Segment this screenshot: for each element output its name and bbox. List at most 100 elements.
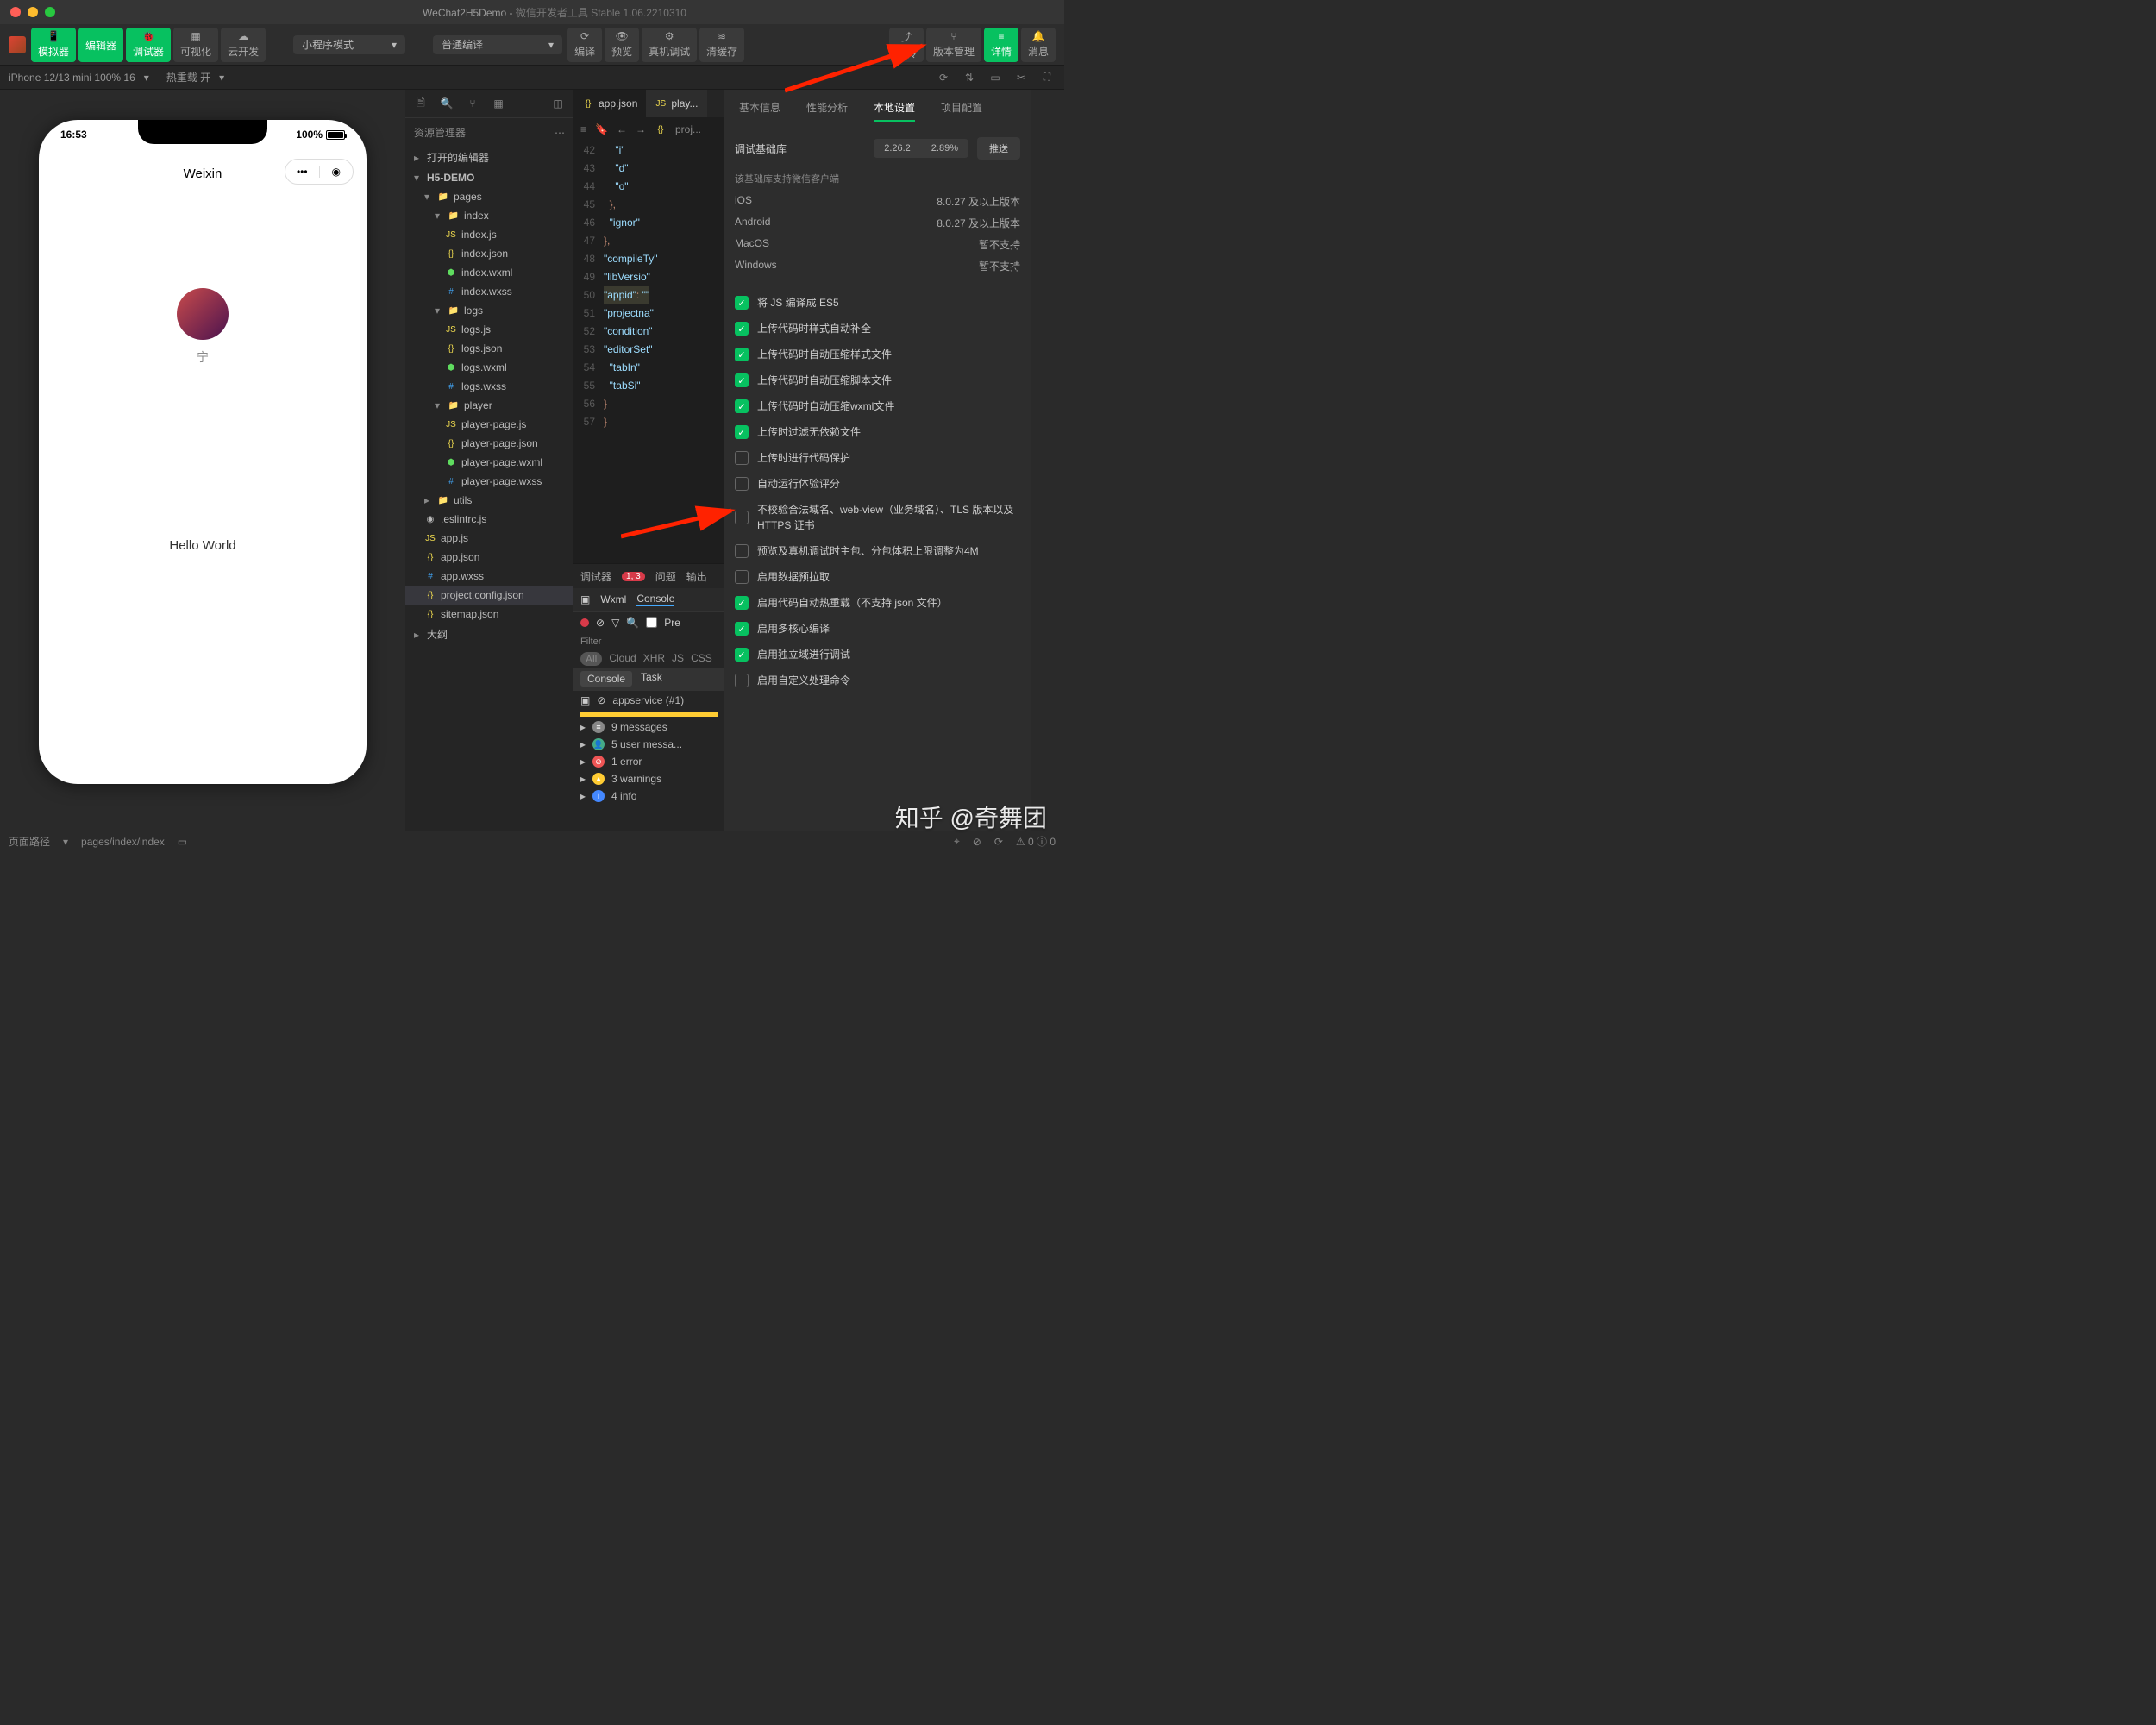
check-5[interactable]: 上传时过滤无依赖文件 (735, 419, 1020, 445)
toolbar-版本管理[interactable]: ⑂版本管理 (926, 28, 981, 62)
capsule[interactable]: •••◉ (285, 159, 354, 185)
cat-XHR[interactable]: XHR (643, 652, 665, 666)
target-icon[interactable]: ◉ (319, 166, 354, 178)
file-player-page.json[interactable]: {}player-page.json (405, 434, 573, 453)
filter-input[interactable]: Filter (573, 633, 724, 650)
outline[interactable]: ▸大纲 (405, 624, 573, 645)
file-player-page.js[interactable]: JSplayer-page.js (405, 415, 573, 434)
check-6[interactable]: 上传时进行代码保护 (735, 445, 1020, 471)
minimize-icon[interactable] (28, 7, 38, 17)
cat-Cloud[interactable]: Cloud (609, 652, 636, 666)
file-player[interactable]: ▾📁player (405, 396, 573, 415)
check-11[interactable]: 启用代码自动热重载（不支持 json 文件） (735, 590, 1020, 616)
split-icon[interactable]: ◫ (549, 95, 567, 112)
preserve-checkbox[interactable] (646, 617, 657, 628)
task-subtab[interactable]: Task (641, 671, 662, 687)
file-index.json[interactable]: {}index.json (405, 244, 573, 263)
toolbar-详情[interactable]: ≡详情 (984, 28, 1018, 62)
record-icon[interactable] (580, 618, 589, 627)
file-.eslintrc.js[interactable]: ◉.eslintrc.js (405, 510, 573, 529)
scm-icon[interactable]: ⑂ (464, 95, 481, 112)
file-index.wxml[interactable]: ⬢index.wxml (405, 263, 573, 282)
file-pages[interactable]: ▾📁pages (405, 187, 573, 206)
file-player-page.wxss[interactable]: #player-page.wxss (405, 472, 573, 491)
check-7[interactable]: 自动运行体验评分 (735, 471, 1020, 497)
file-logs.wxss[interactable]: #logs.wxss (405, 377, 573, 396)
toolbar-消息[interactable]: 🔔消息 (1021, 28, 1056, 62)
sync-icon[interactable]: ⟳ (994, 836, 1003, 848)
msg-row[interactable]: ▸⊘1 error (573, 753, 724, 770)
toolbar-清缓存[interactable]: ≋清缓存 (699, 28, 744, 62)
toolbar-编译[interactable]: ⟳编译 (567, 28, 602, 62)
check-9[interactable]: 预览及真机调试时主包、分包体积上限调整为4M (735, 538, 1020, 564)
file-index.wxss[interactable]: #index.wxss (405, 282, 573, 301)
warn-stat[interactable]: ⚠ 0 ⓘ 0 (1016, 834, 1056, 849)
project-root[interactable]: ▾H5-DEMO (405, 168, 573, 187)
toolbar-调试器[interactable]: 🐞调试器 (126, 28, 171, 62)
refresh-icon[interactable]: ⟳ (935, 69, 952, 86)
hot-reload-label[interactable]: 热重载 开 (166, 70, 210, 85)
panel-tab-3[interactable]: 项目配置 (941, 100, 982, 122)
bookmark-icon[interactable]: 🔖 (595, 123, 608, 135)
tab-app-json[interactable]: {}app.json (573, 90, 646, 117)
check-13[interactable]: 启用独立域进行调试 (735, 642, 1020, 668)
console-subtab[interactable]: Console (580, 671, 632, 687)
toolbar-模拟器[interactable]: 📱模拟器 (31, 28, 76, 62)
file-player-page.wxml[interactable]: ⬢player-page.wxml (405, 453, 573, 472)
fwd-icon[interactable]: → (636, 123, 646, 135)
check-2[interactable]: 上传代码时自动压缩样式文件 (735, 342, 1020, 367)
debugger-tab[interactable]: 调试器 (580, 569, 611, 584)
bug-icon[interactable]: ⌖ (954, 835, 960, 848)
file-logs.wxml[interactable]: ⬢logs.wxml (405, 358, 573, 377)
check-12[interactable]: 启用多核心编译 (735, 616, 1020, 642)
panel-tab-1[interactable]: 性能分析 (806, 100, 848, 122)
panel-tab-2[interactable]: 本地设置 (874, 100, 915, 122)
files-icon[interactable]: 🗎 (412, 95, 429, 112)
path-value[interactable]: pages/index/index (81, 836, 165, 848)
check-4[interactable]: 上传代码时自动压缩wxml文件 (735, 393, 1020, 419)
console-tab[interactable]: Console (636, 593, 674, 606)
close-icon[interactable] (10, 7, 21, 17)
device-label[interactable]: iPhone 12/13 mini 100% 16 (9, 72, 135, 84)
scope-icon[interactable]: ▣ (580, 694, 590, 706)
rotate-icon[interactable]: ⇅ (961, 69, 978, 86)
msg-row[interactable]: ▸≡9 messages (573, 718, 724, 736)
file-index[interactable]: ▾📁index (405, 206, 573, 225)
tab-play[interactable]: JSplay... (646, 90, 706, 117)
file-utils[interactable]: ▸📁utils (405, 491, 573, 510)
check-10[interactable]: 启用数据预拉取 (735, 564, 1020, 590)
file-index.js[interactable]: JSindex.js (405, 225, 573, 244)
code-editor[interactable]: 42 "i"43 "d"44 "o"45 },46 "ignor"47},48"… (573, 141, 724, 563)
toolbar-预览[interactable]: 👁预览 (605, 28, 639, 62)
expand-icon[interactable]: ⛶ (1038, 69, 1056, 86)
cat-All[interactable]: All (580, 652, 602, 666)
file-project.config.json[interactable]: {}project.config.json (405, 586, 573, 605)
ver-seg[interactable]: 2.26.2 (874, 139, 921, 158)
file-logs.js[interactable]: JSlogs.js (405, 320, 573, 339)
mode-select[interactable]: 小程序模式▾ (293, 35, 405, 54)
inspect-icon[interactable]: ▣ (580, 593, 590, 605)
search-icon[interactable]: 🔍 (626, 617, 639, 629)
search-icon[interactable]: 🔍 (438, 95, 455, 112)
more-icon[interactable]: ⋯ (555, 127, 565, 139)
ext-icon[interactable]: ▦ (490, 95, 507, 112)
open-editors[interactable]: ▸打开的编辑器 (405, 147, 573, 168)
check-8[interactable]: 不校验合法域名、web-view（业务域名）、TLS 版本以及 HTTPS 证书 (735, 497, 1020, 538)
ban-icon[interactable]: ⊘ (973, 836, 981, 848)
file-app.json[interactable]: {}app.json (405, 548, 573, 567)
toolbar-编辑器[interactable]: 编辑器 (78, 28, 123, 62)
push-button[interactable]: 推送 (977, 137, 1020, 160)
device-icon[interactable]: ▭ (987, 69, 1004, 86)
compile-select[interactable]: 普通编译▾ (433, 35, 562, 54)
file-logs[interactable]: ▾📁logs (405, 301, 573, 320)
check-3[interactable]: 上传代码时自动压缩脚本文件 (735, 367, 1020, 393)
service-label[interactable]: appservice (#1) (612, 694, 684, 706)
toolbar-真机调试[interactable]: ⚙真机调试 (642, 28, 697, 62)
list-icon[interactable]: ≡ (580, 123, 586, 135)
cut-icon[interactable]: ✂ (1012, 69, 1030, 86)
pct-seg[interactable]: 2.89% (921, 139, 968, 158)
wxml-tab[interactable]: Wxml (600, 593, 626, 605)
cat-CSS[interactable]: CSS (691, 652, 712, 666)
check-14[interactable]: 启用自定义处理命令 (735, 668, 1020, 693)
panel-tab-0[interactable]: 基本信息 (739, 100, 780, 122)
